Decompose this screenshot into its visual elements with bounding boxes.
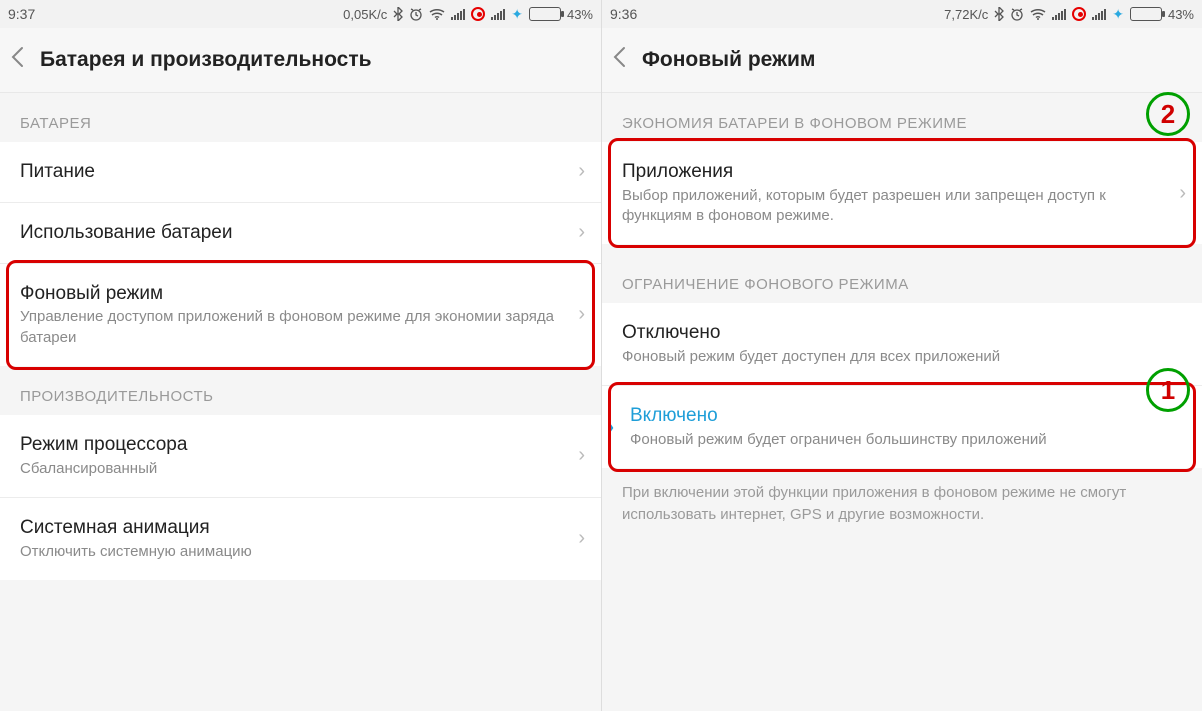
row-on[interactable]: › Включено Фоновый режим будет ограничен… xyxy=(602,386,1202,468)
row-apps-title: Приложения xyxy=(622,160,1171,184)
row-on-sub: Фоновый режим будет ограничен большинств… xyxy=(630,430,1186,450)
row-apps-sub: Выбор приложений, которым будет разрешен… xyxy=(622,186,1171,227)
battery-icon xyxy=(529,7,561,21)
page-title: Батарея и производительность xyxy=(40,48,372,72)
statusbar-left: 9:37 0,05K/c ✦ 43% xyxy=(0,0,601,28)
chevron-right-icon: › xyxy=(570,527,585,550)
bluetooth-icon xyxy=(994,7,1004,21)
signal2-icon xyxy=(491,8,505,20)
row-power-title: Питание xyxy=(20,160,570,184)
chevron-right-icon: › xyxy=(570,221,585,244)
battery-pct: 43% xyxy=(567,7,593,22)
phone-left: 9:37 0,05K/c ✦ 43% xyxy=(0,0,601,711)
titlebar-left: Батарея и производительность xyxy=(0,28,601,93)
footer-note: При включении этой функции приложения в … xyxy=(602,468,1202,540)
battery-pct: 43% xyxy=(1168,7,1194,22)
status-speed: 0,05K/c xyxy=(343,7,387,22)
row-power[interactable]: Питание › xyxy=(0,142,601,203)
vodafone-icon xyxy=(471,7,485,21)
bluetooth-icon xyxy=(393,7,403,21)
row-anim-sub: Отключить системную анимацию xyxy=(20,542,570,562)
section-battery: БАТАРЕЯ xyxy=(0,93,601,142)
chevron-right-icon: › xyxy=(1171,182,1186,205)
signal-icon xyxy=(451,8,465,20)
check-icon: › xyxy=(608,417,626,438)
alarm-icon xyxy=(409,7,423,21)
row-anim-title: Системная анимация xyxy=(20,516,570,540)
wifi-icon xyxy=(1030,8,1046,20)
back-icon[interactable] xyxy=(10,46,40,74)
chevron-right-icon: › xyxy=(570,160,585,183)
wifi-icon xyxy=(429,8,445,20)
section-perf: ПРОИЗВОДИТЕЛЬНОСТЬ xyxy=(0,366,601,415)
chevron-right-icon: › xyxy=(570,444,585,467)
signal2-icon xyxy=(1092,8,1106,20)
status-time: 9:36 xyxy=(610,6,637,22)
row-bgmode[interactable]: Фоновый режим Управление доступом прилож… xyxy=(0,264,601,366)
section-econ: ЭКОНОМИЯ БАТАРЕИ В ФОНОВОМ РЕЖИМЕ xyxy=(602,93,1202,142)
row-usage-title: Использование батареи xyxy=(20,221,570,245)
kyivstar-icon: ✦ xyxy=(1112,6,1124,23)
section-limit: ОГРАНИЧЕНИЕ ФОНОВОГО РЕЖИМА xyxy=(602,254,1202,303)
battery-icon xyxy=(1130,7,1162,21)
row-bgmode-sub: Управление доступом приложений в фоновом… xyxy=(20,307,570,348)
vodafone-icon xyxy=(1072,7,1086,21)
row-cpu-title: Режим процессора xyxy=(20,433,570,457)
status-speed: 7,72K/c xyxy=(944,7,988,22)
alarm-icon xyxy=(1010,7,1024,21)
status-time: 9:37 xyxy=(8,6,35,22)
row-usage[interactable]: Использование батареи › xyxy=(0,203,601,264)
statusbar-right: 9:36 7,72K/c ✦ 43% xyxy=(602,0,1202,28)
page-title: Фоновый режим xyxy=(642,48,815,72)
row-cpu[interactable]: Режим процессора Сбалансированный › xyxy=(0,415,601,498)
kyivstar-icon: ✦ xyxy=(511,6,523,23)
row-anim[interactable]: Системная анимация Отключить системную а… xyxy=(0,498,601,580)
row-off-title: Отключено xyxy=(622,321,1186,345)
signal-icon xyxy=(1052,8,1066,20)
row-on-title: Включено xyxy=(630,404,1186,428)
row-cpu-sub: Сбалансированный xyxy=(20,459,570,479)
row-bgmode-title: Фоновый режим xyxy=(20,282,570,306)
row-apps[interactable]: Приложения Выбор приложений, которым буд… xyxy=(602,142,1202,244)
phone-right: 9:36 7,72K/c ✦ 43% xyxy=(601,0,1202,711)
titlebar-right: Фоновый режим xyxy=(602,28,1202,93)
back-icon[interactable] xyxy=(612,46,642,74)
row-off-sub: Фоновый режим будет доступен для всех пр… xyxy=(622,347,1186,367)
row-off[interactable]: Отключено Фоновый режим будет доступен д… xyxy=(602,303,1202,386)
chevron-right-icon: › xyxy=(570,303,585,326)
